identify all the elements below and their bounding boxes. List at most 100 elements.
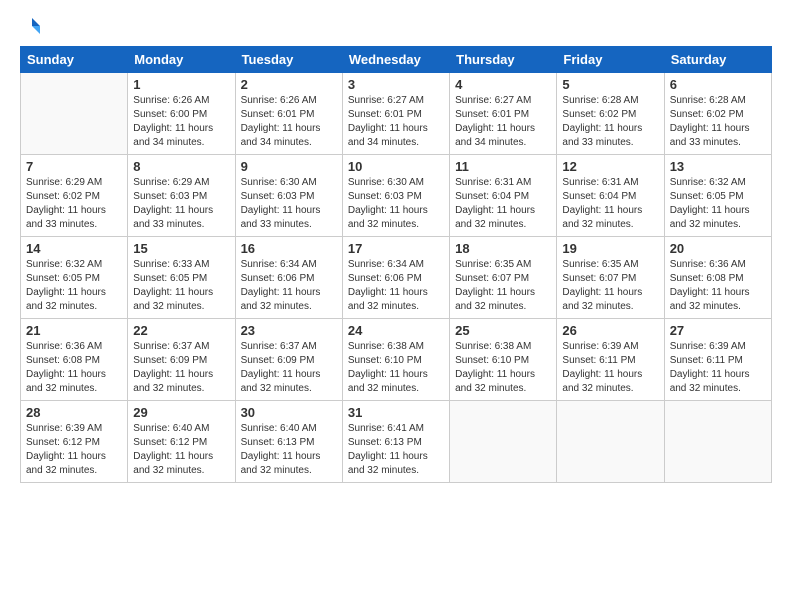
day-cell [557, 401, 664, 483]
day-number: 29 [133, 405, 229, 420]
day-info: Sunrise: 6:38 AMSunset: 6:10 PMDaylight:… [348, 340, 444, 396]
day-number: 14 [26, 241, 122, 256]
day-number: 21 [26, 323, 122, 338]
day-cell: 8Sunrise: 6:29 AMSunset: 6:03 PMDaylight… [128, 155, 235, 237]
day-info: Sunrise: 6:30 AMSunset: 6:03 PMDaylight:… [348, 176, 444, 232]
day-info: Sunrise: 6:33 AMSunset: 6:05 PMDaylight:… [133, 258, 229, 314]
day-number: 24 [348, 323, 444, 338]
day-cell: 10 Sunrise: 6:30 AMSunset: 6:03 PMDayligh… [342, 155, 449, 237]
day-info: Sunrise: 6:28 AMSunset: 6:02 PMDaylight:… [562, 94, 658, 150]
day-cell: 4 Sunrise: 6:27 AMSunset: 6:01 PMDaylight… [450, 73, 557, 155]
week-row-4: 21 Sunrise: 6:36 AMSunset: 6:08 PMDayligh… [21, 319, 772, 401]
day-cell: 27 Sunrise: 6:39 AMSunset: 6:11 PMDayligh… [664, 319, 771, 401]
day-number: 25 [455, 323, 551, 338]
day-info: Sunrise: 6:32 AMSunset: 6:05 PMDaylight:… [670, 176, 766, 232]
day-info: Sunrise: 6:31 AMSunset: 6:04 PMDaylight:… [562, 176, 658, 232]
day-info: Sunrise: 6:35 AMSunset: 6:07 PMDaylight:… [562, 258, 658, 314]
day-info: Sunrise: 6:39 AMSunset: 6:11 PMDaylight:… [562, 340, 658, 396]
logo-icon [22, 16, 42, 36]
day-cell: 13 Sunrise: 6:32 AMSunset: 6:05 PMDayligh… [664, 155, 771, 237]
day-number: 16 [241, 241, 337, 256]
day-cell: 3 Sunrise: 6:27 AMSunset: 6:01 PMDaylight… [342, 73, 449, 155]
day-number: 4 [455, 77, 551, 92]
day-info: Sunrise: 6:40 AMSunset: 6:13 PMDaylight:… [241, 422, 337, 478]
weekday-friday: Friday [557, 47, 664, 73]
day-cell [21, 73, 128, 155]
day-info: Sunrise: 6:35 AMSunset: 6:07 PMDaylight:… [455, 258, 551, 314]
day-number: 5 [562, 77, 658, 92]
day-number: 18 [455, 241, 551, 256]
day-info: Sunrise: 6:29 AMSunset: 6:02 PMDaylight:… [26, 176, 122, 232]
day-cell: 31 Sunrise: 6:41 AMSunset: 6:13 PMDayligh… [342, 401, 449, 483]
day-number: 1 [133, 77, 229, 92]
day-cell: 20 Sunrise: 6:36 AMSunset: 6:08 PMDayligh… [664, 237, 771, 319]
day-info: Sunrise: 6:34 AMSunset: 6:06 PMDaylight:… [348, 258, 444, 314]
day-info: Sunrise: 6:37 AMSunset: 6:09 PMDaylight:… [133, 340, 229, 396]
day-cell: 15 Sunrise: 6:33 AMSunset: 6:05 PMDayligh… [128, 237, 235, 319]
header [20, 16, 772, 36]
day-info: Sunrise: 6:27 AMSunset: 6:01 PMDaylight:… [348, 94, 444, 150]
day-info: Sunrise: 6:31 AMSunset: 6:04 PMDaylight:… [455, 176, 551, 232]
day-number: 28 [26, 405, 122, 420]
day-info: Sunrise: 6:30 AMSunset: 6:03 PMDaylight:… [241, 176, 337, 232]
day-info: Sunrise: 6:40 AMSunset: 6:12 PMDaylight:… [133, 422, 229, 478]
day-cell [450, 401, 557, 483]
day-cell: 9 Sunrise: 6:30 AMSunset: 6:03 PMDaylight… [235, 155, 342, 237]
day-number: 10 [348, 159, 444, 174]
day-info: Sunrise: 6:39 AMSunset: 6:11 PMDaylight:… [670, 340, 766, 396]
day-info: Sunrise: 6:32 AMSunset: 6:05 PMDaylight:… [26, 258, 122, 314]
day-cell: 14 Sunrise: 6:32 AMSunset: 6:05 PMDayligh… [21, 237, 128, 319]
weekday-saturday: Saturday [664, 47, 771, 73]
logo [20, 16, 42, 36]
day-number: 31 [348, 405, 444, 420]
day-cell: 18 Sunrise: 6:35 AMSunset: 6:07 PMDayligh… [450, 237, 557, 319]
day-info: Sunrise: 6:34 AMSunset: 6:06 PMDaylight:… [241, 258, 337, 314]
day-info: Sunrise: 6:26 AMSunset: 6:00 PMDaylight:… [133, 94, 229, 150]
day-cell: 30Sunrise: 6:40 AMSunset: 6:13 PMDayligh… [235, 401, 342, 483]
day-number: 7 [26, 159, 122, 174]
day-number: 17 [348, 241, 444, 256]
day-number: 3 [348, 77, 444, 92]
day-cell: 21 Sunrise: 6:36 AMSunset: 6:08 PMDayligh… [21, 319, 128, 401]
day-cell: 12 Sunrise: 6:31 AMSunset: 6:04 PMDayligh… [557, 155, 664, 237]
day-number: 26 [562, 323, 658, 338]
day-info: Sunrise: 6:41 AMSunset: 6:13 PMDaylight:… [348, 422, 444, 478]
day-info: Sunrise: 6:36 AMSunset: 6:08 PMDaylight:… [26, 340, 122, 396]
day-cell: 5 Sunrise: 6:28 AMSunset: 6:02 PMDaylight… [557, 73, 664, 155]
day-cell: 1 Sunrise: 6:26 AMSunset: 6:00 PMDaylight… [128, 73, 235, 155]
weekday-sunday: Sunday [21, 47, 128, 73]
day-cell: 17 Sunrise: 6:34 AMSunset: 6:06 PMDayligh… [342, 237, 449, 319]
day-info: Sunrise: 6:27 AMSunset: 6:01 PMDaylight:… [455, 94, 551, 150]
day-number: 19 [562, 241, 658, 256]
day-cell: 11 Sunrise: 6:31 AMSunset: 6:04 PMDayligh… [450, 155, 557, 237]
weekday-monday: Monday [128, 47, 235, 73]
day-number: 23 [241, 323, 337, 338]
day-cell: 29 Sunrise: 6:40 AMSunset: 6:12 PMDayligh… [128, 401, 235, 483]
day-info: Sunrise: 6:37 AMSunset: 6:09 PMDaylight:… [241, 340, 337, 396]
day-cell: 6 Sunrise: 6:28 AMSunset: 6:02 PMDaylight… [664, 73, 771, 155]
day-number: 20 [670, 241, 766, 256]
day-info: Sunrise: 6:26 AMSunset: 6:01 PMDaylight:… [241, 94, 337, 150]
day-number: 15 [133, 241, 229, 256]
day-info: Sunrise: 6:36 AMSunset: 6:08 PMDaylight:… [670, 258, 766, 314]
day-info: Sunrise: 6:38 AMSunset: 6:10 PMDaylight:… [455, 340, 551, 396]
calendar-table: SundayMondayTuesdayWednesdayThursdayFrid… [20, 46, 772, 483]
day-number: 22 [133, 323, 229, 338]
day-cell: 28Sunrise: 6:39 AMSunset: 6:12 PMDayligh… [21, 401, 128, 483]
day-number: 11 [455, 159, 551, 174]
day-cell: 16 Sunrise: 6:34 AMSunset: 6:06 PMDayligh… [235, 237, 342, 319]
day-number: 9 [241, 159, 337, 174]
day-info: Sunrise: 6:29 AMSunset: 6:03 PMDaylight:… [133, 176, 229, 232]
day-number: 27 [670, 323, 766, 338]
day-info: Sunrise: 6:28 AMSunset: 6:02 PMDaylight:… [670, 94, 766, 150]
weekday-wednesday: Wednesday [342, 47, 449, 73]
day-cell [664, 401, 771, 483]
day-cell: 23 Sunrise: 6:37 AMSunset: 6:09 PMDayligh… [235, 319, 342, 401]
day-number: 6 [670, 77, 766, 92]
day-number: 12 [562, 159, 658, 174]
day-number: 13 [670, 159, 766, 174]
day-cell: 19 Sunrise: 6:35 AMSunset: 6:07 PMDayligh… [557, 237, 664, 319]
weekday-header-row: SundayMondayTuesdayWednesdayThursdayFrid… [21, 47, 772, 73]
day-cell: 26 Sunrise: 6:39 AMSunset: 6:11 PMDayligh… [557, 319, 664, 401]
week-row-2: 7 Sunrise: 6:29 AMSunset: 6:02 PMDaylight… [21, 155, 772, 237]
